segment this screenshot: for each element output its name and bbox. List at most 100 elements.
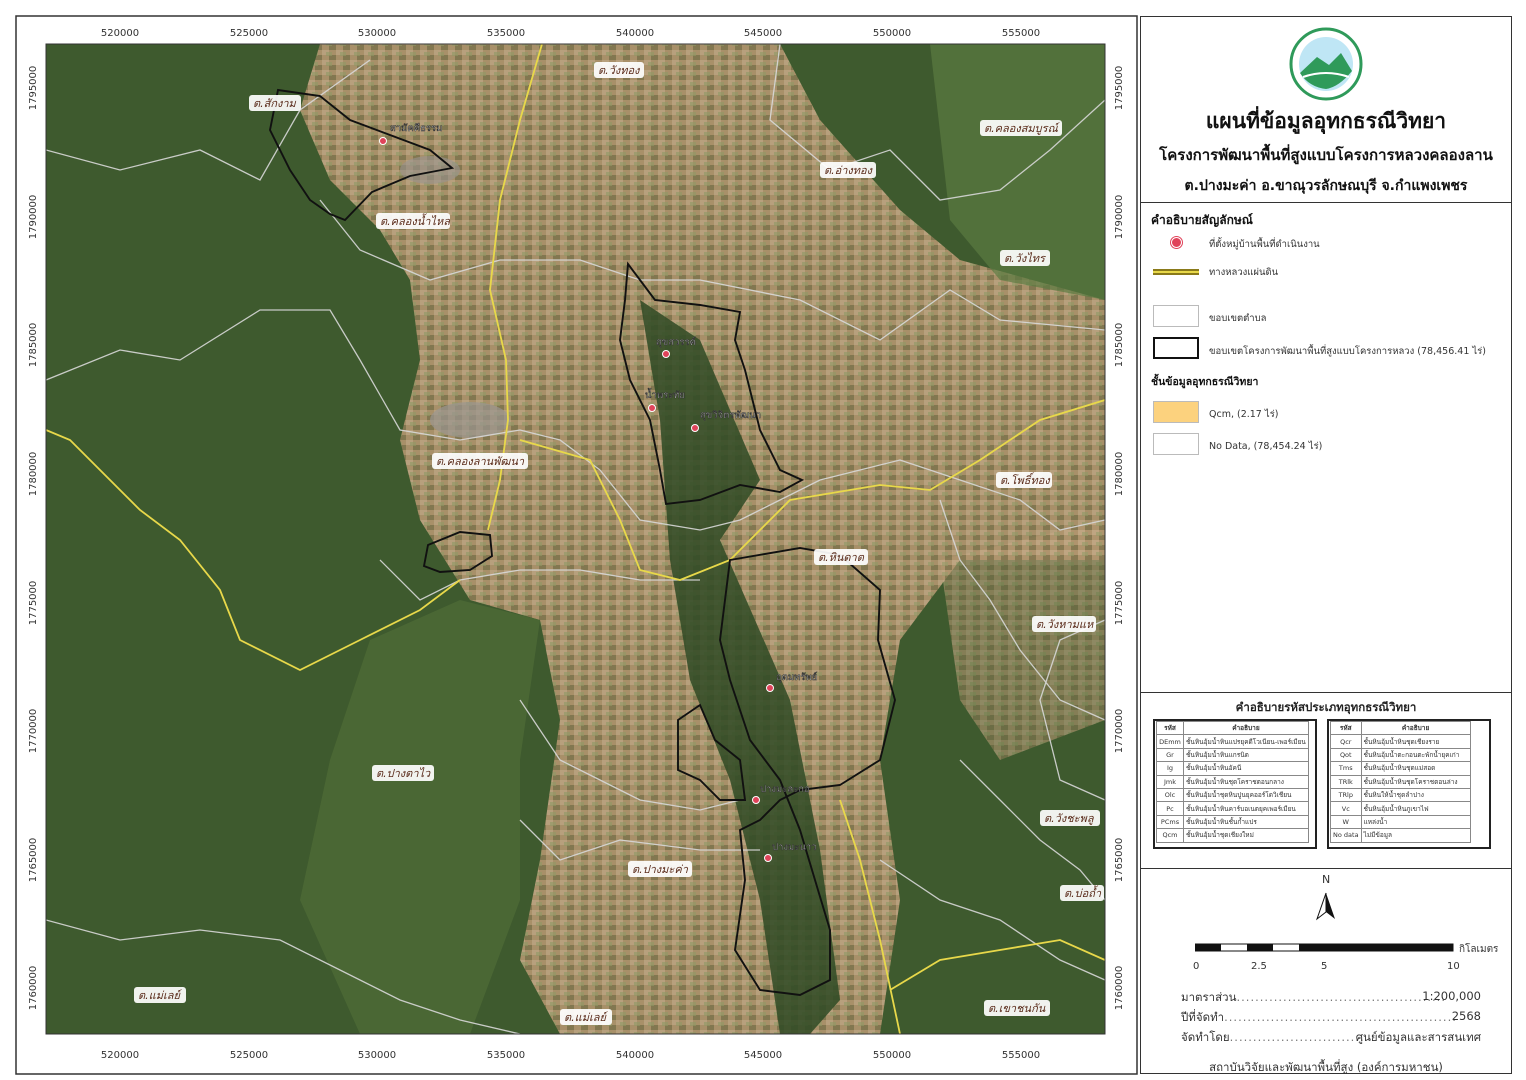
scale-info-section: N 0 2.5 5 10 กิโลเมตร มาตราส่วน.........… [1141,869,1511,1075]
table-row: PCms ชั้นหินอุ้มน้ำหินชั้นก้ำแปร [1156,814,1309,830]
subdistrict-label: ต.ปางมะค่า [632,863,689,876]
info-year-value: 2568 [1451,1009,1481,1023]
table-row: Jmk ชั้นหินอุ้มน้ำหินชุดโคราชตอนกลาง [1156,774,1309,789]
code-cell: Qcm [1156,828,1184,843]
subdistrict-label: ต.คลองสมบูรณ์ [984,122,1061,135]
desc-cell: ชั้นหินอุ้มน้ำหินแกรนิต [1183,747,1309,763]
code-cell: W [1330,814,1362,830]
info-scale-label: มาตราส่วน [1181,990,1237,1004]
village-icon [1171,237,1182,248]
desc-cell: ชั้นหินอุ้มน้ำชุดหินปูนยุคออร์โดวิเชียน [1183,787,1309,803]
code-col-header: รหัส [1156,720,1184,736]
x-tick-label: 550000 [873,28,911,39]
code-cell: TRlk [1330,774,1362,789]
subdistrict-label: ต.คลองน้ำไหล [380,213,451,228]
north-label: N [1322,873,1331,886]
info-scale-value: 1:200,000 [1422,989,1481,1003]
code-cell: Gr [1156,747,1184,763]
desc-cell: ชั้นหินอุ้มน้ำหินชั้นก้ำแปร [1183,814,1309,830]
table-row: Olc ชั้นหินอุ้มน้ำชุดหินปูนยุคออร์โดวิเชี… [1156,787,1309,803]
desc-cell: ชั้นหินอุ้มน้ำชุดเชียงใหม่ [1183,828,1309,843]
legend-section: คำอธิบายสัญลักษณ์ ที่ตั้งหมู่บ้านพื้นที่… [1141,203,1511,693]
y-tick-label: 1780000 [1114,452,1125,497]
town-patch [400,156,460,184]
info-year-row: ปีที่จัดทำ..............................… [1181,1009,1481,1024]
subdistrict-label: ต.วังไทร [1004,252,1047,265]
scale-bar [1195,943,1454,952]
x-tick-label: 550000 [873,1050,911,1061]
legend-highway-label: ทางหลวงแผ่นดิน [1209,267,1279,278]
table-row: TRlp ชั้นหินให้น้ำชุดลำปาง [1330,787,1471,803]
x-tick-label: 555000 [1002,1050,1040,1061]
desc-col-header: คำอธิบาย [1183,720,1309,736]
scale-tick-3: 10 [1447,961,1460,972]
x-tick-label: 545000 [744,28,782,39]
code-table-right: รหัส คำอธิบาย Qcr ชั้นหินอุ้มน้ำหินชุดเชีย… [1330,720,1471,843]
y-tick-label: 1770000 [28,709,39,754]
info-year-label: ปีที่จัดทำ [1181,1010,1225,1024]
code-col-header: รหัส [1330,720,1362,736]
x-tick-label: 520000 [101,1050,139,1061]
scale-tick-0: 0 [1193,961,1200,972]
x-tick-label: 530000 [358,1050,396,1061]
code-cell: TRlp [1330,787,1362,803]
desc-cell: แหล่งน้ำ [1360,814,1471,830]
y-tick-label: 1795000 [28,66,39,111]
info-by-value: ศูนย์ข้อมูลและสารสนเทศ [1355,1030,1481,1044]
code-cell: Jmk [1156,774,1184,789]
y-tick-label: 1785000 [28,323,39,368]
desc-cell: ชั้นหินอุ้มน้ำหินภูเขาไฟ [1360,801,1471,816]
code-cell: Ig [1156,761,1184,776]
x-tick-label: 545000 [744,1050,782,1061]
desc-cell: ชั้นหินอุ้มน้ำหินแปรยุคดีโวเนียน-เพอร์เม… [1183,734,1309,749]
code-table-heading: คำอธิบายรหัสประเภทอุทกธรณีวิทยา [1235,700,1417,714]
desc-cell: ชั้นหินอุ้มน้ำหินชุดโคราชตอนล่าง [1360,774,1471,789]
table-row: TRlk ชั้นหินอุ้มน้ำหินชุดโคราชตอนล่าง [1330,774,1471,789]
scale-tick-2: 5 [1321,961,1328,972]
x-tick-label: 535000 [487,28,525,39]
code-cell: Tms [1330,761,1362,776]
code-cell: DEmm [1156,734,1184,749]
subdistrict-label: ต.วังชะพลู [1044,812,1095,825]
village-label: สุขวิจิตรพัฒนา [700,410,761,421]
table-row: Qcr ชั้นหินอุ้มน้ำหินชุดเชียงราย [1330,734,1471,749]
x-tick-label: 530000 [358,28,396,39]
village-label: อุดมทรัพย์ [776,671,817,683]
desc-cell: ชั้นหินอุ้มน้ำหินชุดแม่สอด [1360,761,1471,776]
y-tick-label: 1760000 [1114,966,1125,1011]
code-cell: Qot [1330,747,1362,763]
code-cell: Pc [1156,801,1184,816]
y-tick-label: 1775000 [28,581,39,626]
code-table-left: รหัส คำอธิบาย DEmm ชั้นหินอุ้มน้ำหินแปรยุค… [1156,720,1309,843]
x-tick-label: 520000 [101,28,139,39]
project-title: โครงการพัฒนาพื้นที่สูงแบบโครงการหลวงคลอง… [1159,146,1493,164]
title-section: แผนที่ข้อมูลอุทกธรณีวิทยา โครงการพัฒนาพื… [1141,17,1511,203]
info-scale-row: มาตราส่วน...............................… [1181,989,1481,1004]
subdistrict-label: ต.วังทอง [598,64,641,77]
desc-cell: ไม่มีข้อมูล [1360,828,1471,843]
subdistrict-label: ต.คลองลานพัฒนา [436,455,525,468]
desc-col-header: คำอธิบาย [1360,720,1471,736]
legend-subdistrict-label: ขอบเขตตำบล [1209,313,1267,324]
y-tick-label: 1765000 [1114,838,1125,883]
table-row: No data ไม่มีข้อมูล [1330,828,1471,843]
table-row: Ig ชั้นหินอุ้มน้ำหินอัคนี [1156,761,1309,776]
table-row: W แหล่งน้ำ [1330,814,1471,830]
subdistrict-label: ต.วังหามแห [1036,618,1094,631]
subdistrict-label: ต.อ่างทอง [824,164,874,177]
legend-highway-symbol [1153,269,1199,275]
code-cell: PCms [1156,814,1184,830]
subdistrict-label: ต.บ่อถ้ำ [1064,885,1102,900]
code-cell: Qcr [1330,734,1362,749]
table-row: Tms ชั้นหินอุ้มน้ำหินชุดแม่สอด [1330,761,1471,776]
footer-organization: สถาบันวิจัยและพัฒนาพื้นที่สูง (องค์การมห… [1209,1060,1443,1074]
x-tick-label: 555000 [1002,28,1040,39]
table-row: Qot ชั้นหินอุ้มน้ำตะกอนตะพักน้ำยุคเก่า [1330,747,1471,763]
y-tick-label: 1790000 [1114,195,1125,240]
subdistrict-label: ต.แม่เลย์ [138,989,183,1002]
info-by-label: จัดทำโดย [1181,1030,1230,1044]
desc-cell: ชั้นหินอุ้มน้ำหินชุดโคราชตอนกลาง [1183,774,1309,789]
table-row: Vc ชั้นหินอุ้มน้ำหินภูเขาไฟ [1330,801,1471,816]
village-label: สุขสวรรค์ [656,336,696,348]
scale-unit: กิโลเมตร [1459,944,1499,955]
